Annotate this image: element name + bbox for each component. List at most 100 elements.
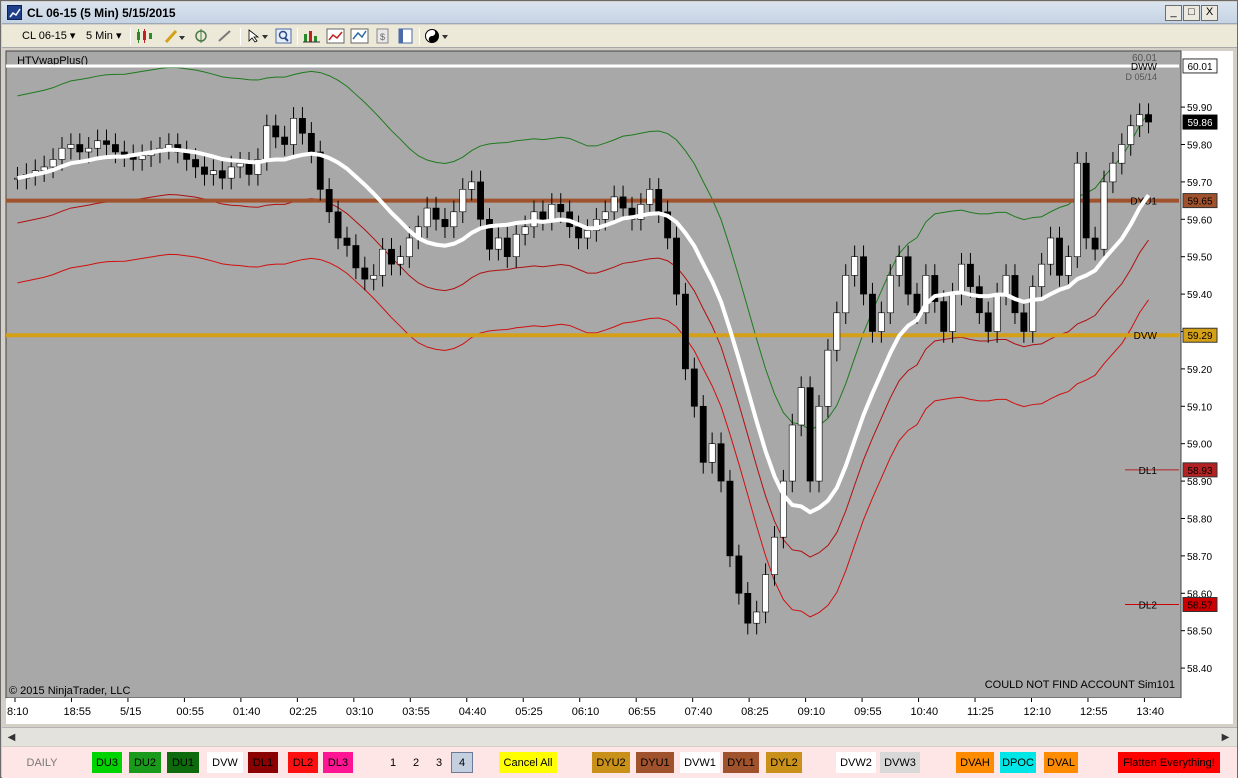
button-dvw1[interactable]: DVW1	[680, 752, 720, 773]
button-du2[interactable]: DU2	[129, 752, 161, 773]
button-dl3[interactable]: DL3	[323, 752, 353, 773]
button-dpoc[interactable]: DPOC	[1000, 752, 1036, 773]
button-dyl2[interactable]: DYL2	[766, 752, 802, 773]
button-dval[interactable]: DVAL	[1044, 752, 1078, 773]
properties-icon[interactable]: $	[374, 28, 391, 44]
button-flatten-everything[interactable]: Flatten Everything!	[1118, 752, 1220, 773]
draw-pencil-icon[interactable]	[164, 28, 185, 44]
candle-body	[1100, 181, 1108, 250]
button-dyu1[interactable]: DYU1	[636, 752, 674, 773]
candle-body	[584, 230, 591, 239]
button-du1[interactable]: DU1	[167, 752, 199, 773]
button-dvw[interactable]: DVW	[207, 752, 243, 773]
level-marker-top: 60.01	[1132, 53, 1157, 64]
button-dl1[interactable]: DL1	[248, 752, 278, 773]
candle-body	[753, 611, 761, 624]
candle-body	[236, 162, 244, 168]
candle-body	[1145, 114, 1152, 123]
scroll-left-icon[interactable]: ◀	[4, 730, 19, 745]
yin-yang-icon[interactable]	[424, 28, 448, 44]
maximize-button[interactable]: □	[1183, 5, 1200, 21]
price-chart[interactable]: _HTVwapPlus()59.9059.8059.7059.6059.5059…	[5, 50, 1235, 725]
candle-body	[690, 368, 698, 407]
chart-window: CL 06-15 (5 Min) 5/15/2015 _ □ X CL 06-1…	[0, 0, 1238, 778]
chart-toolbar: CL 06-15 ▾ 5 Min ▾ $	[2, 25, 1237, 48]
candle-body	[388, 248, 395, 265]
button-daily[interactable]: DAILY	[22, 752, 62, 773]
button-dl2[interactable]: DL2	[288, 752, 318, 773]
toolbar-separator	[419, 28, 420, 45]
instrument-selector[interactable]: CL 06-15 ▾	[22, 29, 75, 42]
chart-panel[interactable]: _HTVwapPlus() 59.90 59.80 59.70 59.60 59.50 59…	[5, 50, 1235, 725]
candle-body	[557, 204, 565, 213]
candle-body	[361, 267, 369, 280]
candle-body	[58, 147, 66, 160]
minimize-button[interactable]: _	[1165, 5, 1182, 21]
button-du3[interactable]: DU3	[92, 752, 122, 773]
zoom-icon[interactable]	[216, 28, 233, 44]
bar-data-icon[interactable]	[302, 28, 320, 44]
candle-body	[397, 256, 404, 265]
candle-body	[815, 405, 823, 482]
candle-body	[869, 293, 876, 332]
interval-selector[interactable]: 5 Min ▾	[86, 29, 121, 42]
candle-body	[112, 144, 119, 153]
templates-icon[interactable]	[397, 28, 414, 44]
candle-body	[352, 245, 360, 269]
x-tick-label: 02:25	[289, 706, 317, 718]
button-dyl1[interactable]: DYL1	[723, 752, 759, 773]
y-tick-label: 58.40	[1187, 664, 1212, 675]
interval-label: 5 Min	[86, 30, 113, 42]
button-4[interactable]: 4	[451, 752, 473, 773]
candle-body	[744, 592, 752, 624]
horizontal-scrollbar[interactable]: ◀ ▶	[2, 727, 1237, 746]
candle-body	[459, 189, 467, 213]
strategies-icon[interactable]	[350, 28, 369, 44]
candle-body	[842, 275, 850, 314]
candle-body	[993, 293, 1001, 332]
candle-body	[548, 204, 556, 220]
button-dvw2[interactable]: DVW2	[836, 752, 876, 773]
candle-body	[450, 211, 458, 228]
candle-body	[788, 424, 796, 482]
y-tick-label: 58.80	[1187, 514, 1212, 525]
candle-body	[325, 189, 333, 213]
candle-body	[379, 248, 387, 276]
y-tick-label: 59.20	[1187, 365, 1212, 376]
button-3[interactable]: 3	[432, 752, 446, 773]
candle-body	[762, 574, 769, 613]
candle-body	[307, 132, 315, 153]
candle-body	[1011, 275, 1019, 314]
button-dvah[interactable]: DVAH	[956, 752, 994, 773]
button-dyu2[interactable]: DYU2	[592, 752, 630, 773]
close-button[interactable]: X	[1201, 5, 1218, 21]
candle-body	[575, 226, 582, 239]
candle-body	[717, 443, 725, 482]
candle-body	[1002, 275, 1010, 295]
y-tick-label: 59.10	[1187, 402, 1212, 413]
button-dvw3[interactable]: DVW3	[880, 752, 920, 773]
button-2[interactable]: 2	[409, 752, 423, 773]
candlestick-style-icon[interactable]	[135, 28, 152, 44]
candle-body	[1109, 162, 1117, 183]
x-tick-label: 06:55	[628, 706, 656, 718]
candle-body	[334, 211, 342, 239]
level-marker-text: 58.57	[1187, 601, 1212, 612]
button-cancel-all[interactable]: Cancel All	[499, 752, 557, 773]
pan-cursor-icon[interactable]	[192, 28, 209, 44]
magnify-icon[interactable]	[275, 28, 292, 44]
button-1[interactable]: 1	[386, 752, 400, 773]
y-tick-label: 58.70	[1187, 552, 1212, 563]
scroll-right-icon[interactable]: ▶	[1218, 730, 1233, 745]
title-bar[interactable]: CL 06-15 (5 Min) 5/15/2015 _ □ X	[2, 2, 1237, 24]
candle-body	[94, 140, 102, 149]
candle-body	[913, 293, 921, 314]
pointer-icon[interactable]	[246, 28, 268, 44]
candle-body	[1136, 114, 1144, 127]
candle-body	[708, 443, 716, 463]
candle-body	[263, 125, 271, 160]
indicators-icon[interactable]	[326, 28, 345, 44]
x-tick-label: 5/15	[120, 706, 141, 718]
x-tick-label: 08:25	[741, 706, 769, 718]
candle-body	[1056, 237, 1063, 276]
